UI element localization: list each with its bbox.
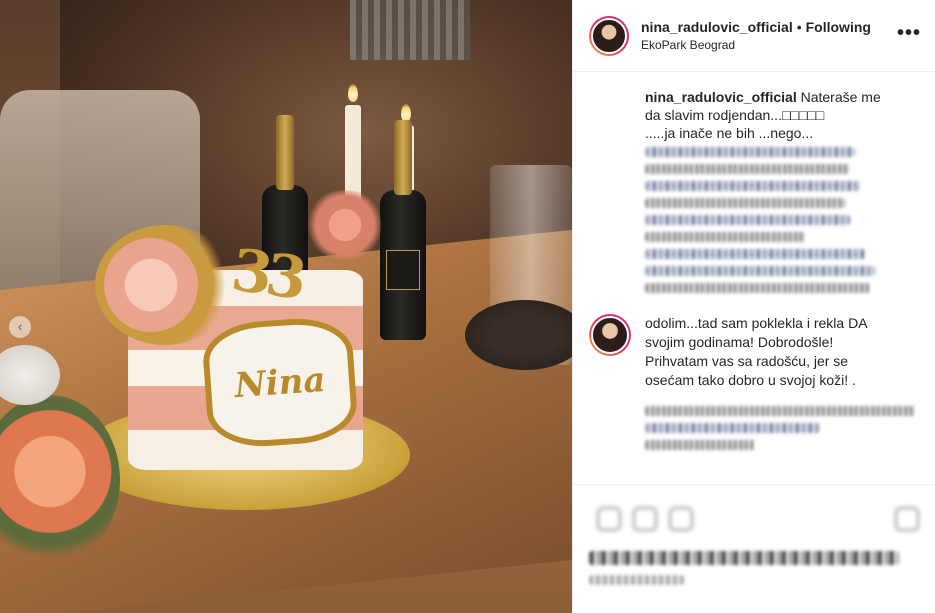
following-button[interactable]: Following (806, 19, 871, 35)
cake-flowers (95, 225, 235, 345)
cake-number-topper: 33 (227, 235, 306, 313)
caption-line-2: da slavim rodjendan...□□□□□ (645, 107, 825, 123)
likes-count-blurred[interactable] (589, 551, 899, 565)
cake-name-plaque: Nina (200, 314, 360, 451)
post-photo[interactable]: Nina 33 ‹ (0, 0, 572, 613)
cake-name-text: Nina (233, 359, 327, 406)
blurred-text-line (645, 215, 850, 225)
share-icon[interactable] (669, 507, 693, 531)
caption-username[interactable]: nina_radulovic_official (645, 89, 797, 105)
photo-window (350, 0, 470, 60)
header-info: nina_radulovic_official • Following EkoPar… (641, 18, 871, 54)
comment-line-1: odolim...tad sam poklekla i rekla DA (645, 315, 868, 331)
blurred-text-line (645, 440, 755, 450)
caption-line-3: .....ja inače ne bih ...nego... (645, 125, 814, 141)
champagne-bottle (380, 120, 426, 340)
post-caption: nina_radulovic_official Nateraše me da s… (645, 88, 919, 142)
blurred-text-line (645, 164, 850, 174)
flower-arrangement (305, 190, 385, 260)
caption-line-1: Nateraše me (796, 89, 881, 105)
avatar[interactable] (589, 314, 631, 356)
comment-line-2: svojim godinama! Dobrodošle! (645, 334, 834, 350)
comment-icon[interactable] (633, 507, 657, 531)
bookmark-icon[interactable] (895, 507, 919, 531)
comment-line-3: Prihvatam vas sa radošću, jer se (645, 353, 849, 369)
blurred-text-line (645, 147, 855, 157)
username-link[interactable]: nina_radulovic_official (641, 19, 793, 35)
comment-line-4: osećam tako dobro u svojoj koži! . (645, 372, 856, 388)
blurred-text-line (645, 198, 845, 208)
blurred-text-line (645, 249, 865, 259)
separator-dot: • (796, 18, 802, 35)
blurred-text-line (645, 423, 820, 433)
comment-text: odolim...tad sam poklekla i rekla DA svo… (645, 314, 919, 390)
chevron-left-icon[interactable]: ‹ (9, 316, 31, 338)
heart-icon[interactable] (597, 507, 621, 531)
blurred-hashtags (645, 147, 919, 293)
post-side-panel: nina_radulovic_official • Following EkoPar… (572, 0, 935, 613)
post-footer (573, 484, 935, 597)
post-date-blurred (589, 575, 684, 585)
comment-item: odolim...tad sam poklekla i rekla DA svo… (589, 314, 919, 457)
avatar[interactable] (589, 15, 629, 56)
blurred-text-line (645, 181, 860, 191)
blurred-text-line (645, 283, 870, 293)
location-link[interactable]: EkoPark Beograd (641, 36, 871, 54)
blurred-text-line (645, 232, 805, 242)
blurred-text-line (645, 406, 915, 416)
action-bar (589, 497, 919, 537)
candle-flame (348, 84, 358, 102)
more-options-icon[interactable]: ••• (897, 22, 921, 45)
post-header: nina_radulovic_official • Following EkoPar… (573, 0, 935, 72)
blurred-text-line (645, 266, 875, 276)
